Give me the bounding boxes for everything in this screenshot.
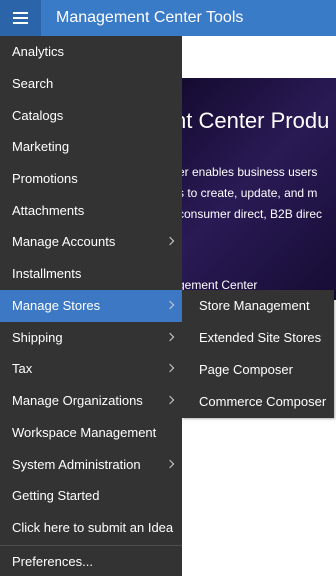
submenu-item-label: Store Management (199, 298, 310, 313)
menu-item-shipping[interactable]: Shipping (0, 322, 182, 354)
menu-item-label: Tax (12, 361, 33, 376)
menu-item-label: Catalogs (12, 108, 64, 123)
submenu-item-label: Commerce Composer (199, 394, 327, 409)
banner-line: er enables business users (182, 165, 318, 179)
submenu-item-commerce-composer[interactable]: Commerce Composer (182, 386, 334, 418)
menu-item-getting-started[interactable]: Getting Started (0, 480, 182, 512)
menu-item-installments[interactable]: Installments (0, 258, 182, 290)
menu-toggle-button[interactable] (0, 0, 41, 36)
banner-heading: nt Center Produ (182, 108, 330, 133)
menu-item-preferences[interactable]: Preferences... (0, 546, 182, 578)
tools-menu: Analytics Search Catalogs Marketing Prom… (0, 36, 182, 576)
header-bar: Management Center Tools (0, 0, 336, 36)
menu-item-label: Analytics (12, 44, 65, 59)
chevron-right-icon (166, 290, 176, 322)
submenu-item-label: Extended Site Stores (199, 330, 322, 345)
menu-item-label: Installments (12, 266, 82, 281)
menu-item-label: Preferences... (12, 554, 93, 569)
chevron-right-icon (166, 226, 176, 258)
menu-item-analytics[interactable]: Analytics (0, 36, 182, 68)
chevron-right-icon (166, 449, 176, 481)
banner-line: s to create, update, and m (182, 186, 318, 200)
menu-item-submit-idea[interactable]: Click here to submit an Idea (0, 512, 182, 544)
menu-item-system-administration[interactable]: System Administration (0, 449, 182, 481)
chevron-right-icon (166, 322, 176, 354)
menu-item-label: Attachments (12, 203, 85, 218)
chevron-right-icon (166, 385, 176, 417)
menu-item-label: Click here to submit an Idea (12, 520, 174, 535)
submenu-item-store-management[interactable]: Store Management (182, 290, 334, 322)
menu-item-marketing[interactable]: Marketing (0, 131, 182, 163)
banner-body: er enables business users s to create, u… (182, 162, 322, 225)
welcome-banner: nt Center Produ er enables business user… (182, 78, 336, 300)
menu-item-catalogs[interactable]: Catalogs (0, 100, 182, 132)
chevron-right-icon (166, 353, 176, 385)
submenu-item-label: Page Composer (199, 362, 293, 377)
menu-item-manage-organizations[interactable]: Manage Organizations (0, 385, 182, 417)
menu-item-label: Getting Started (12, 488, 100, 503)
menu-item-search[interactable]: Search (0, 68, 182, 100)
manage-stores-submenu: Store Management Extended Site Stores Pa… (182, 290, 334, 418)
menu-item-label: Marketing (12, 139, 70, 154)
menu-item-label: System Administration (12, 457, 141, 472)
hamburger-icon (13, 12, 28, 24)
menu-item-label: Workspace Management (12, 425, 157, 440)
menu-item-manage-stores[interactable]: Manage Stores (0, 290, 182, 322)
menu-item-tax[interactable]: Tax (0, 353, 182, 385)
menu-item-label: Manage Organizations (12, 393, 143, 408)
menu-item-workspace-management[interactable]: Workspace Management (0, 417, 182, 449)
menu-item-label: Promotions (12, 171, 78, 186)
menu-item-label: Search (12, 76, 54, 91)
app-title: Management Center Tools (56, 9, 244, 26)
menu-item-promotions[interactable]: Promotions (0, 163, 182, 195)
menu-item-label: Manage Stores (12, 298, 101, 313)
banner-line: consumer direct, B2B direc (182, 207, 323, 221)
menu-item-label: Shipping (12, 330, 63, 345)
menu-item-manage-accounts[interactable]: Manage Accounts (0, 226, 182, 258)
submenu-item-page-composer[interactable]: Page Composer (182, 354, 334, 386)
menu-item-label: Manage Accounts (12, 234, 116, 249)
submenu-item-extended-site-stores[interactable]: Extended Site Stores (182, 322, 334, 354)
menu-item-attachments[interactable]: Attachments (0, 195, 182, 227)
